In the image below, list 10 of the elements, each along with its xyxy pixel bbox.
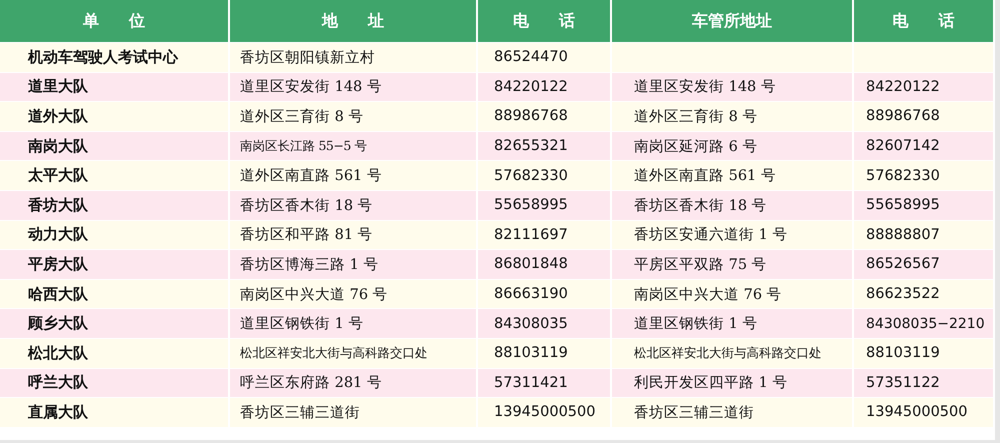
column-header: 单 位 [0,0,229,42]
column-header: 电 话 [477,0,611,42]
column-header: 车管所地址 [611,0,853,42]
address-cell: 香坊区三辅三道街 [229,398,477,427]
phone-cell: 13945000500 [477,398,611,427]
column-header: 电 话 [853,0,994,42]
address-cell: 香坊区三辅三道街 [611,398,853,427]
unit-cell: 直属大队 [0,398,229,427]
phone-cell: 13945000500 [853,398,994,427]
column-header: 地 址 [229,0,477,42]
